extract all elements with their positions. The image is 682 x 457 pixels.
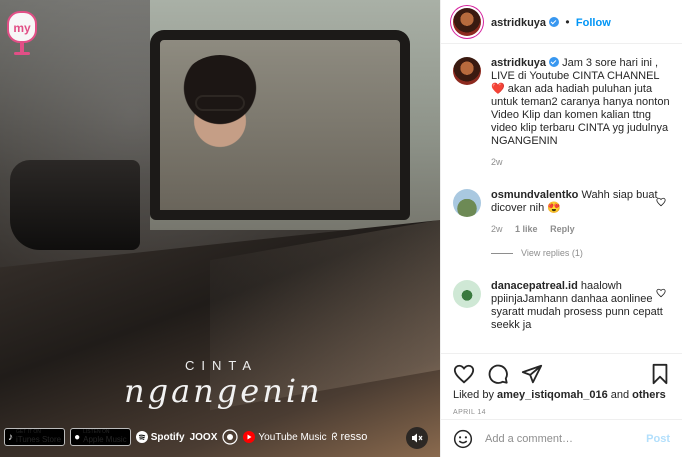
action-icons-row [453, 362, 670, 386]
header-user-row: astridkuya • Follow [491, 15, 611, 29]
commenter-avatar[interactable] [453, 189, 481, 217]
joox-logo: JOOX [190, 432, 218, 443]
share-icon[interactable] [521, 363, 543, 385]
caption-text-block: astridkuya Jam 3 sore hari ini , LIVE di… [491, 57, 670, 148]
comment-text-block: danacepatreal.id haalowh ppiinjaJamhann … [491, 280, 666, 332]
spotify-label: Spotify [150, 431, 185, 443]
post-header: astridkuya • Follow [441, 0, 682, 44]
likes-suffix: and [607, 389, 633, 401]
joox-label: JOOX [189, 431, 218, 443]
emoji-icon[interactable] [453, 429, 473, 449]
caption-meta: 2w [491, 157, 670, 167]
bookmark-icon[interactable] [650, 363, 670, 385]
resso-logo: ᖇ resso [332, 431, 368, 443]
ldn-icon [222, 429, 238, 445]
post-media[interactable]: my CINTA ngangenin ♪ GET IT ON iTunes Sto… [0, 0, 440, 457]
likes-user-link[interactable]: amey_istiqomah_016 [497, 389, 608, 401]
streaming-services-bar: ♪ GET IT ON iTunes Store ● LISTEN ON Apple… [4, 427, 408, 447]
comment-text-block: osmundvalentko Wahh siap buat dicover ni… [491, 189, 666, 215]
view-replies-label: View replies (1) [521, 248, 583, 258]
itunes-badge-label: iTunes Store [16, 435, 62, 444]
apple-badge-label: Apple Music [83, 435, 127, 444]
author-avatar[interactable] [453, 7, 481, 36]
instagram-post-modal: my CINTA ngangenin ♪ GET IT ON iTunes Sto… [0, 0, 682, 457]
comment-item: danacepatreal.id haalowh ppiinjaJamhann … [453, 280, 670, 332]
comment-like-heart-icon[interactable] [656, 288, 666, 298]
likes-summary: Liked by amey_istiqomah_016 and others [453, 389, 670, 401]
reply-button[interactable]: Reply [550, 224, 575, 234]
post-sidebar: astridkuya • Follow astridkuya Jam 3 sor… [440, 0, 682, 457]
side-mirror [10, 160, 140, 250]
comment-input[interactable] [485, 432, 635, 445]
my-logo-icon: my [7, 11, 37, 55]
view-replies-button[interactable]: View replies (1) [491, 248, 670, 258]
comment-age[interactable]: 2w [491, 224, 503, 234]
commenter-username[interactable]: danacepatreal.id [491, 280, 578, 292]
spotify-icon [135, 431, 148, 443]
verified-icon [549, 16, 560, 27]
caption-avatar[interactable] [453, 57, 481, 85]
apple-music-badge: ● LISTEN ON Apple Music [70, 428, 131, 446]
itunes-icon: ♪ [8, 431, 13, 443]
ldn-logo [222, 429, 238, 445]
mute-icon [412, 433, 423, 443]
glasses-shape [195, 95, 245, 111]
likes-prefix: Liked by [453, 389, 498, 401]
caption-username[interactable]: astridkuya [491, 57, 546, 69]
author-username[interactable]: astridkuya [491, 17, 546, 29]
song-title-small: CINTA [185, 358, 259, 373]
spotify-logo: Spotify [135, 431, 185, 443]
comment-meta: 2w 1 like Reply [491, 224, 666, 234]
commenter-avatar[interactable] [453, 280, 481, 308]
post-date[interactable]: APRIL 14 [453, 409, 670, 416]
itunes-store-badge: ♪ GET IT ON iTunes Store [4, 428, 66, 446]
separator-dot: • [565, 14, 570, 29]
comments-section[interactable]: astridkuya Jam 3 sore hari ini , LIVE di… [441, 45, 682, 353]
caption-age[interactable]: 2w [491, 157, 503, 167]
youtube-music-logo: YouTube Music [243, 431, 327, 443]
resso-label: resso [340, 431, 368, 443]
youtube-music-icon [243, 431, 256, 443]
replies-line [491, 252, 513, 254]
apple-icon: ● [74, 431, 81, 443]
add-comment-bar: Post [441, 419, 682, 457]
follow-button[interactable]: Follow [576, 17, 611, 29]
heart-icon[interactable] [453, 363, 475, 385]
comment-likes[interactable]: 1 like [515, 224, 538, 234]
youtube-music-label: YouTube Music [258, 431, 327, 443]
comment-icon[interactable] [487, 363, 509, 385]
verified-icon [549, 57, 560, 67]
comment-like-heart-icon[interactable] [656, 197, 666, 207]
mute-button[interactable] [406, 427, 428, 449]
svg-text:my: my [13, 21, 31, 35]
commenter-username[interactable]: osmundvalentko [491, 189, 578, 201]
post-comment-button[interactable]: Post [646, 433, 670, 445]
song-title-script: ngangenin [124, 372, 323, 410]
caption-text: Jam 3 sore hari ini , LIVE di Youtube CI… [491, 57, 670, 147]
resso-icon: ᖇ [331, 431, 338, 443]
likes-others-link[interactable]: others [632, 389, 666, 401]
comment-item: osmundvalentko Wahh siap buat dicover ni… [453, 189, 670, 234]
post-caption: astridkuya Jam 3 sore hari ini , LIVE di… [453, 57, 670, 167]
